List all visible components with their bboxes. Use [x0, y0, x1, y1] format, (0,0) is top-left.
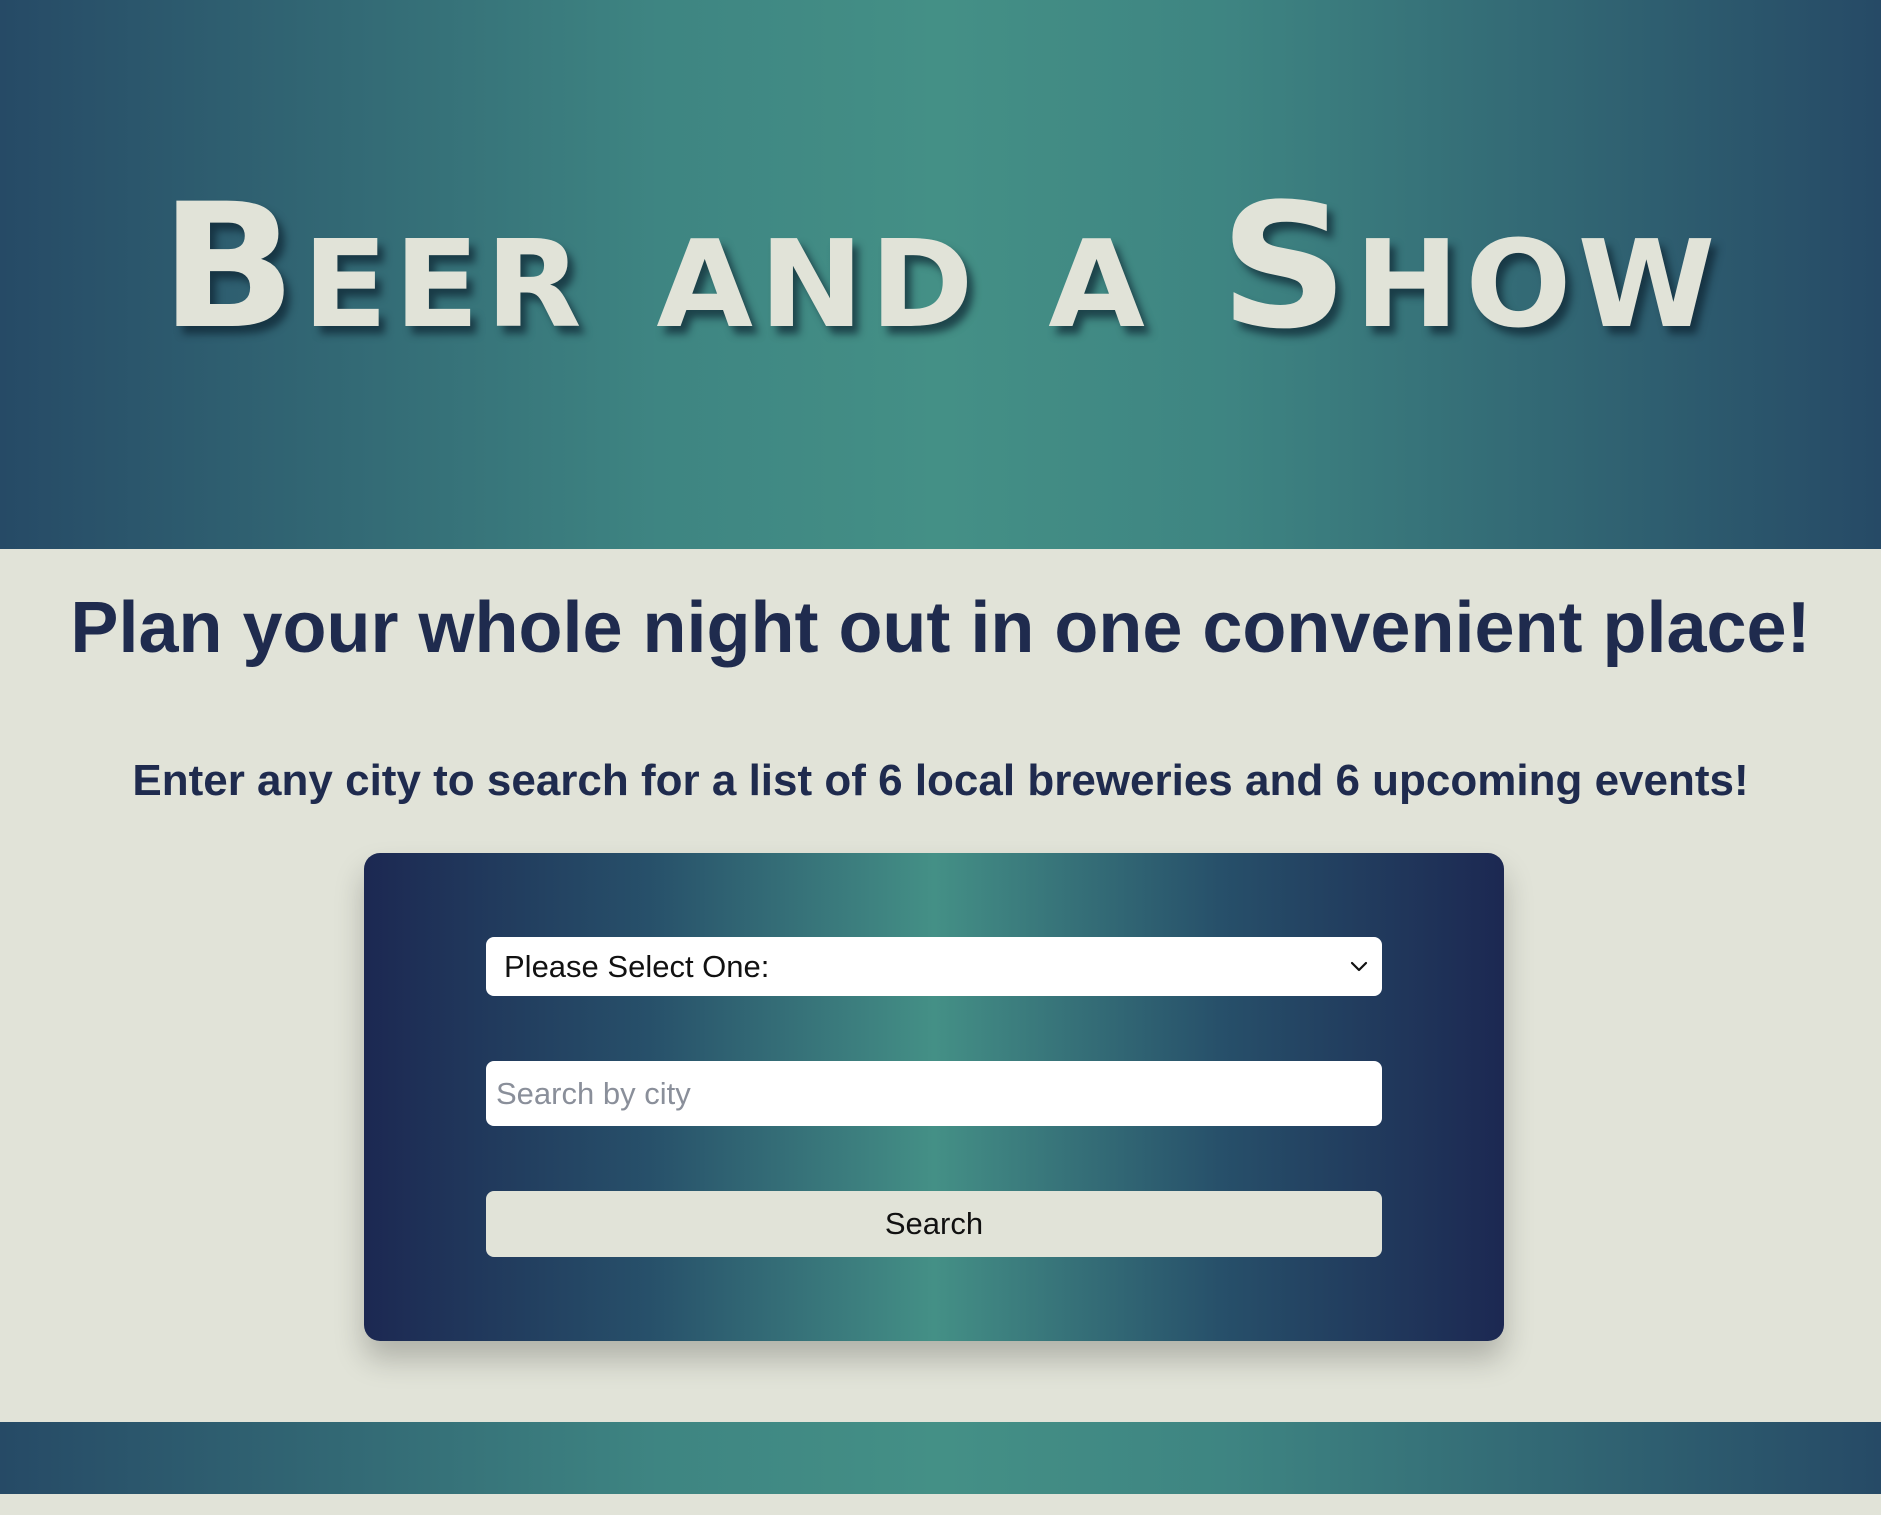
- page-headline: Plan your whole night out in one conveni…: [70, 588, 1811, 668]
- site-title: Beer and a Show: [159, 166, 1722, 367]
- main-content: Plan your whole night out in one conveni…: [0, 549, 1881, 1422]
- search-type-select[interactable]: Please Select One:: [486, 937, 1382, 996]
- select-selected-label: Please Select One:: [504, 948, 770, 984]
- site-header: Beer and a Show: [0, 0, 1881, 549]
- city-search-input[interactable]: [486, 1061, 1382, 1126]
- site-footer: [0, 1422, 1881, 1494]
- search-button[interactable]: Search: [486, 1191, 1382, 1257]
- search-form-card: Please Select One: Search: [364, 853, 1504, 1341]
- page-subheadline: Enter any city to search for a list of 6…: [132, 756, 1749, 805]
- chevron-down-icon: [1350, 958, 1368, 976]
